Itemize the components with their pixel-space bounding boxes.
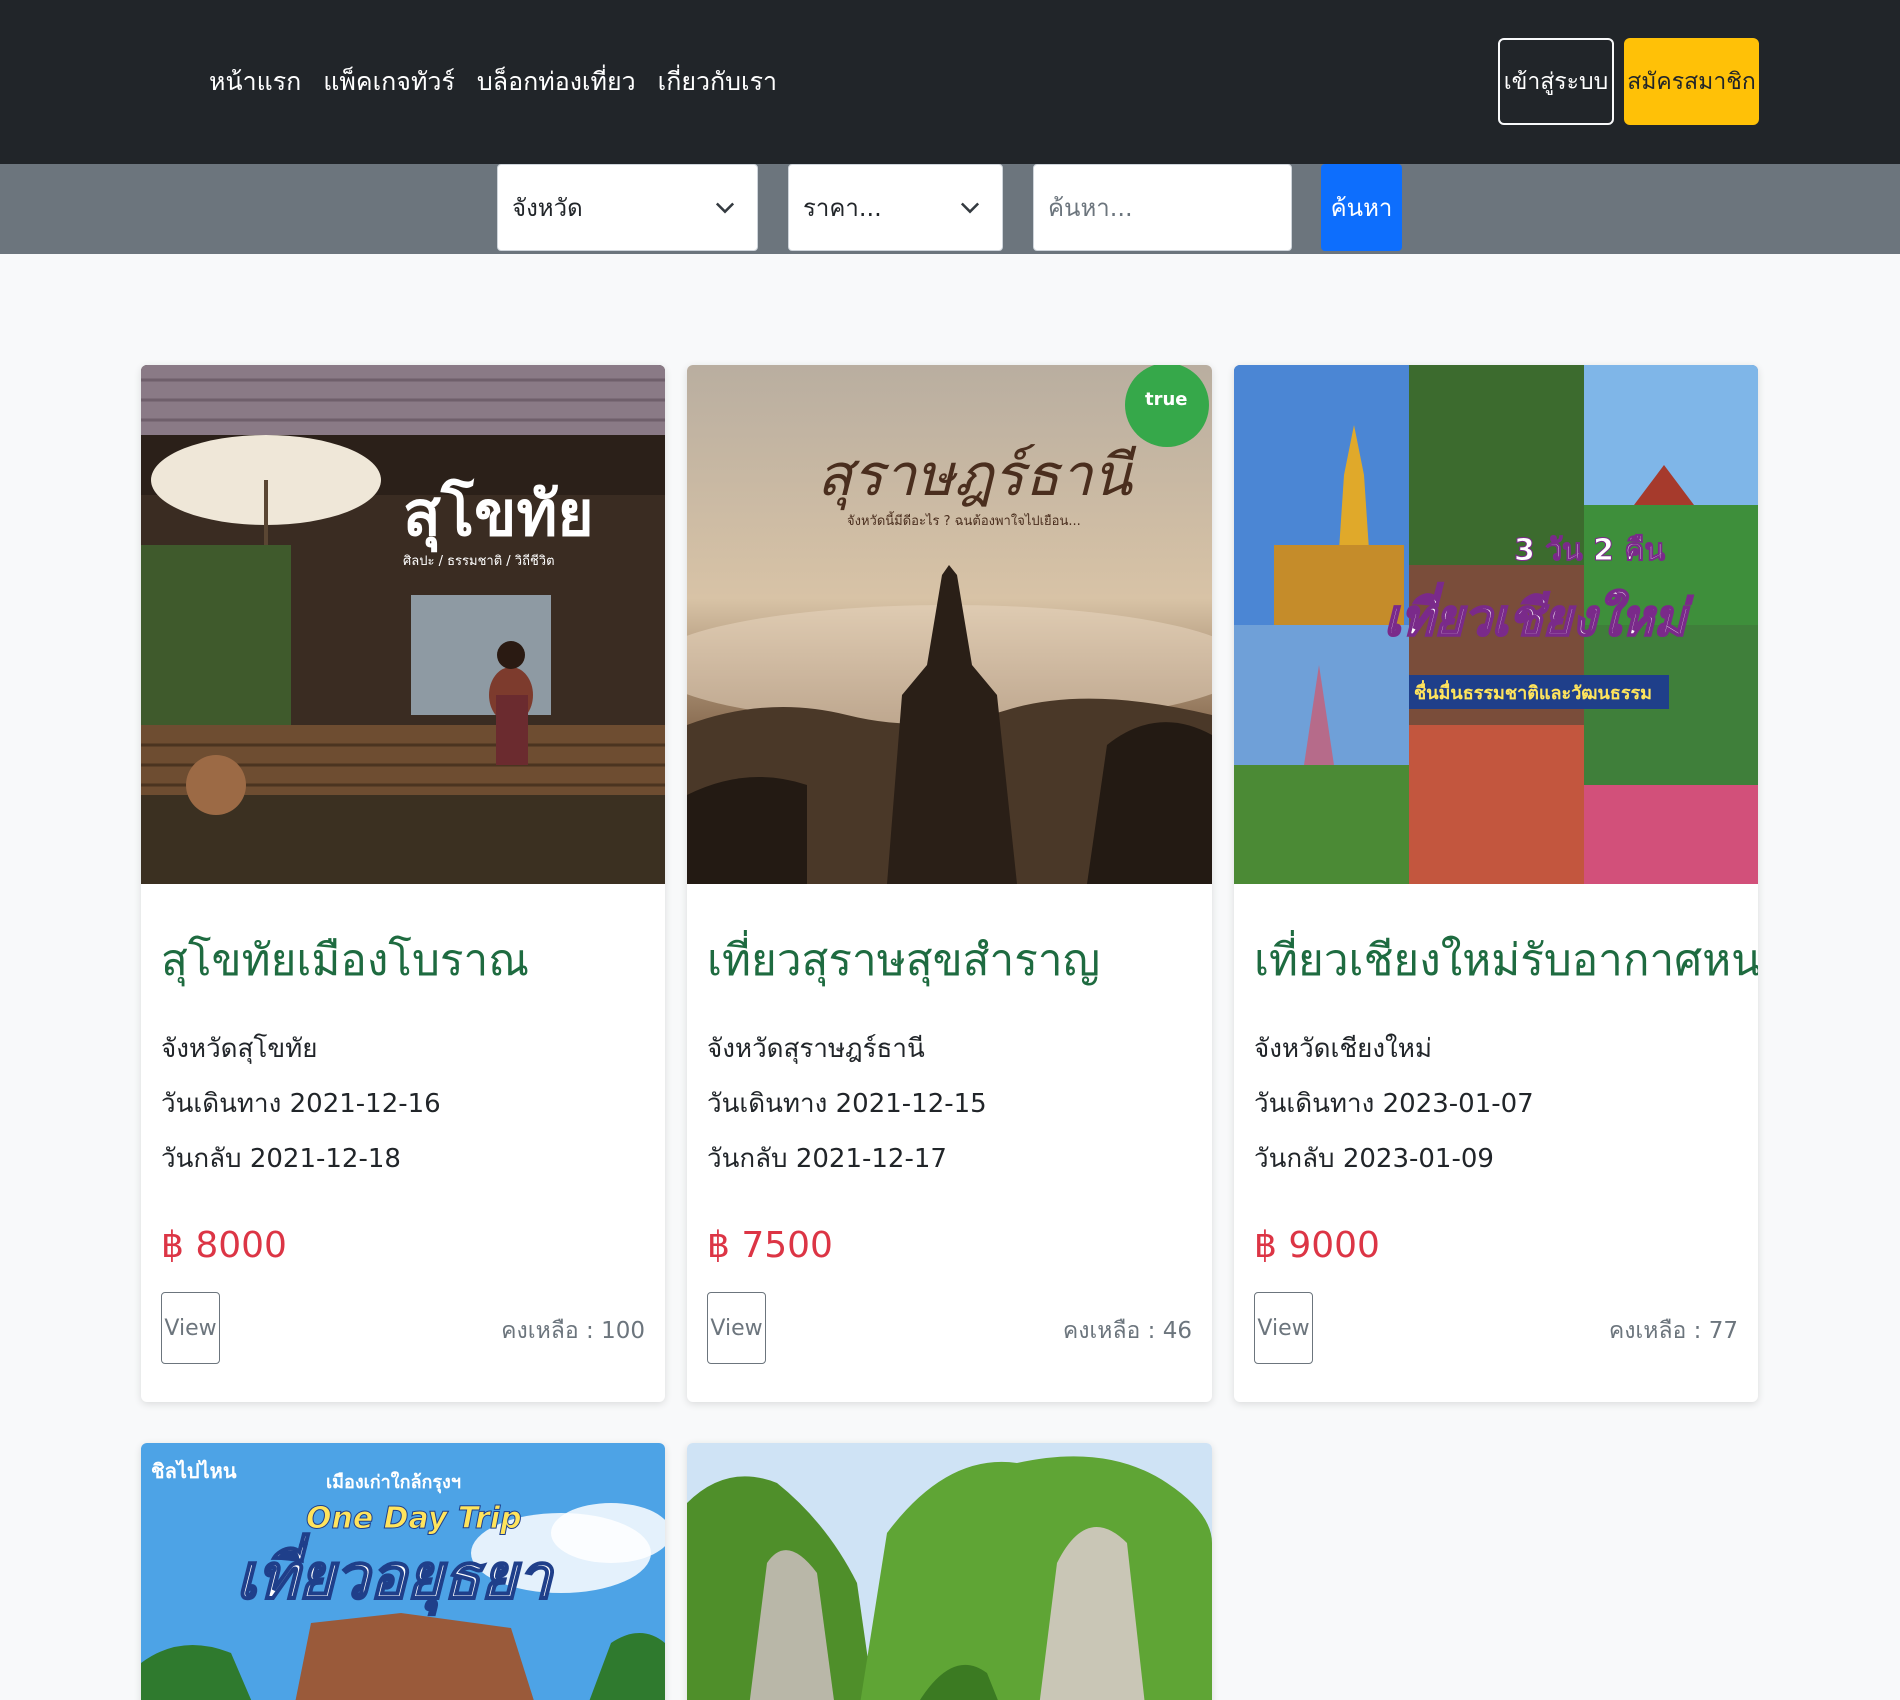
view-button[interactable]: View bbox=[1254, 1292, 1313, 1364]
tour-card: สุโขทัย ศิลปะ / ธรรมชาติ / วิถีชีวิต สุโ… bbox=[141, 365, 665, 1402]
tour-price: ฿ 8000 bbox=[161, 1225, 287, 1266]
tour-card: เที่ยวเชียงใหม่ 3 วัน 2 คืน ชื่นมื่นธรรม… bbox=[1234, 365, 1758, 1402]
tour-card: true สุราษฎร์ธานี จังหวัดนี้มีดีอะไร ? ฉ… bbox=[687, 365, 1212, 1402]
tour-image bbox=[687, 1443, 1212, 1700]
tour-price: ฿ 7500 bbox=[707, 1225, 833, 1266]
tour-card: ชิลไปไหน เมืองเก่าใกล้กรุงฯ One Day Trip… bbox=[141, 1443, 665, 1700]
tour-image-caption: สุราษฎร์ธานี bbox=[817, 441, 1136, 511]
tour-depart-date: วันเดินทาง 2021-12-16 bbox=[161, 1089, 441, 1119]
tour-image: สุโขทัย ศิลปะ / ธรรมชาติ / วิถีชีวิต bbox=[141, 365, 665, 884]
tour-image-subcaption: ชื่นมื่นธรรมชาติและวัฒนธรรม bbox=[1414, 680, 1652, 704]
tour-province: จังหวัดเชียงใหม่ bbox=[1254, 1034, 1432, 1064]
tour-price: ฿ 9000 bbox=[1254, 1225, 1380, 1266]
tour-image: ชิลไปไหน เมืองเก่าใกล้กรุงฯ One Day Trip… bbox=[141, 1443, 665, 1700]
search-bar: จังหวัด ราคา... ค้นหา bbox=[0, 164, 1900, 254]
tour-title: เที่ยวสุราษสุขสำราญ bbox=[707, 935, 1101, 986]
tour-image-subcaption: One Day Trip bbox=[306, 1501, 522, 1536]
nav-link-blog[interactable]: บล็อกท่องเที่ยว bbox=[477, 62, 636, 102]
chevron-down-icon bbox=[960, 202, 980, 214]
province-select[interactable]: จังหวัด bbox=[497, 164, 758, 251]
tour-image-badge: 3 วัน 2 คืน bbox=[1514, 533, 1666, 568]
tour-depart-date: วันเดินทาง 2023-01-07 bbox=[1254, 1089, 1534, 1119]
tour-image-corner-text: ชิลไปไหน bbox=[151, 1459, 237, 1483]
tour-title: เที่ยวเชียงใหม่รับอากาศหนาว bbox=[1254, 935, 1758, 986]
tour-remaining: คงเหลือ : 46 bbox=[1062, 1318, 1192, 1344]
province-select-value: จังหวัด bbox=[512, 194, 583, 222]
tour-title: สุโขทัยเมืองโบราณ bbox=[161, 935, 530, 986]
nav-link-packages[interactable]: แพ็คเกจทัวร์ bbox=[323, 62, 455, 102]
tour-image-subcaption: ศิลปะ / ธรรมชาติ / วิถีชีวิต bbox=[403, 553, 555, 569]
tour-return-date: วันกลับ 2023-01-09 bbox=[1254, 1144, 1494, 1174]
view-button[interactable]: View bbox=[161, 1292, 220, 1364]
tour-image-caption: สุโขทัย bbox=[403, 477, 594, 552]
signup-button[interactable]: สมัครสมาชิก bbox=[1624, 38, 1759, 125]
tour-province: จังหวัดสุโขทัย bbox=[161, 1034, 318, 1064]
tour-return-date: วันกลับ 2021-12-17 bbox=[707, 1144, 947, 1174]
nav-link-home[interactable]: หน้าแรก bbox=[209, 62, 301, 102]
login-button[interactable]: เข้าสู่ระบบ bbox=[1498, 38, 1614, 125]
chevron-down-icon bbox=[715, 202, 735, 214]
tour-card bbox=[687, 1443, 1212, 1700]
nav-link-about[interactable]: เกี่ยวกับเรา bbox=[658, 62, 777, 102]
tour-image-caption: เที่ยวเชียงใหม่ bbox=[1384, 582, 1693, 647]
search-input[interactable] bbox=[1033, 164, 1292, 251]
search-button[interactable]: ค้นหา bbox=[1321, 164, 1402, 251]
tour-remaining: คงเหลือ : 77 bbox=[1608, 1318, 1738, 1344]
view-button[interactable]: View bbox=[707, 1292, 766, 1364]
price-select-value: ราคา... bbox=[803, 194, 882, 222]
tour-province: จังหวัดสุราษฎร์ธานี bbox=[707, 1034, 925, 1064]
tour-image-badge: true bbox=[1145, 389, 1188, 410]
tour-image-caption: เที่ยวอยุธยา bbox=[236, 1533, 555, 1616]
top-navbar: หน้าแรก แพ็คเกจทัวร์ บล็อกท่องเที่ยว เกี… bbox=[0, 0, 1900, 164]
tour-remaining: คงเหลือ : 100 bbox=[501, 1318, 645, 1344]
tour-image-subcaption: จังหวัดนี้มีดีอะไร ? ฉนต้องพาใจไปเยือน..… bbox=[847, 511, 1081, 529]
tour-image-badge: เมืองเก่าใกล้กรุงฯ bbox=[326, 1471, 461, 1494]
nav-links: หน้าแรก แพ็คเกจทัวร์ บล็อกท่องเที่ยว เกี… bbox=[209, 62, 777, 102]
tour-depart-date: วันเดินทาง 2021-12-15 bbox=[707, 1089, 987, 1119]
tour-image: true สุราษฎร์ธานี จังหวัดนี้มีดีอะไร ? ฉ… bbox=[687, 365, 1212, 884]
tour-return-date: วันกลับ 2021-12-18 bbox=[161, 1144, 401, 1174]
tour-image: เที่ยวเชียงใหม่ 3 วัน 2 คืน ชื่นมื่นธรรม… bbox=[1234, 365, 1758, 884]
price-select[interactable]: ราคา... bbox=[788, 164, 1003, 251]
